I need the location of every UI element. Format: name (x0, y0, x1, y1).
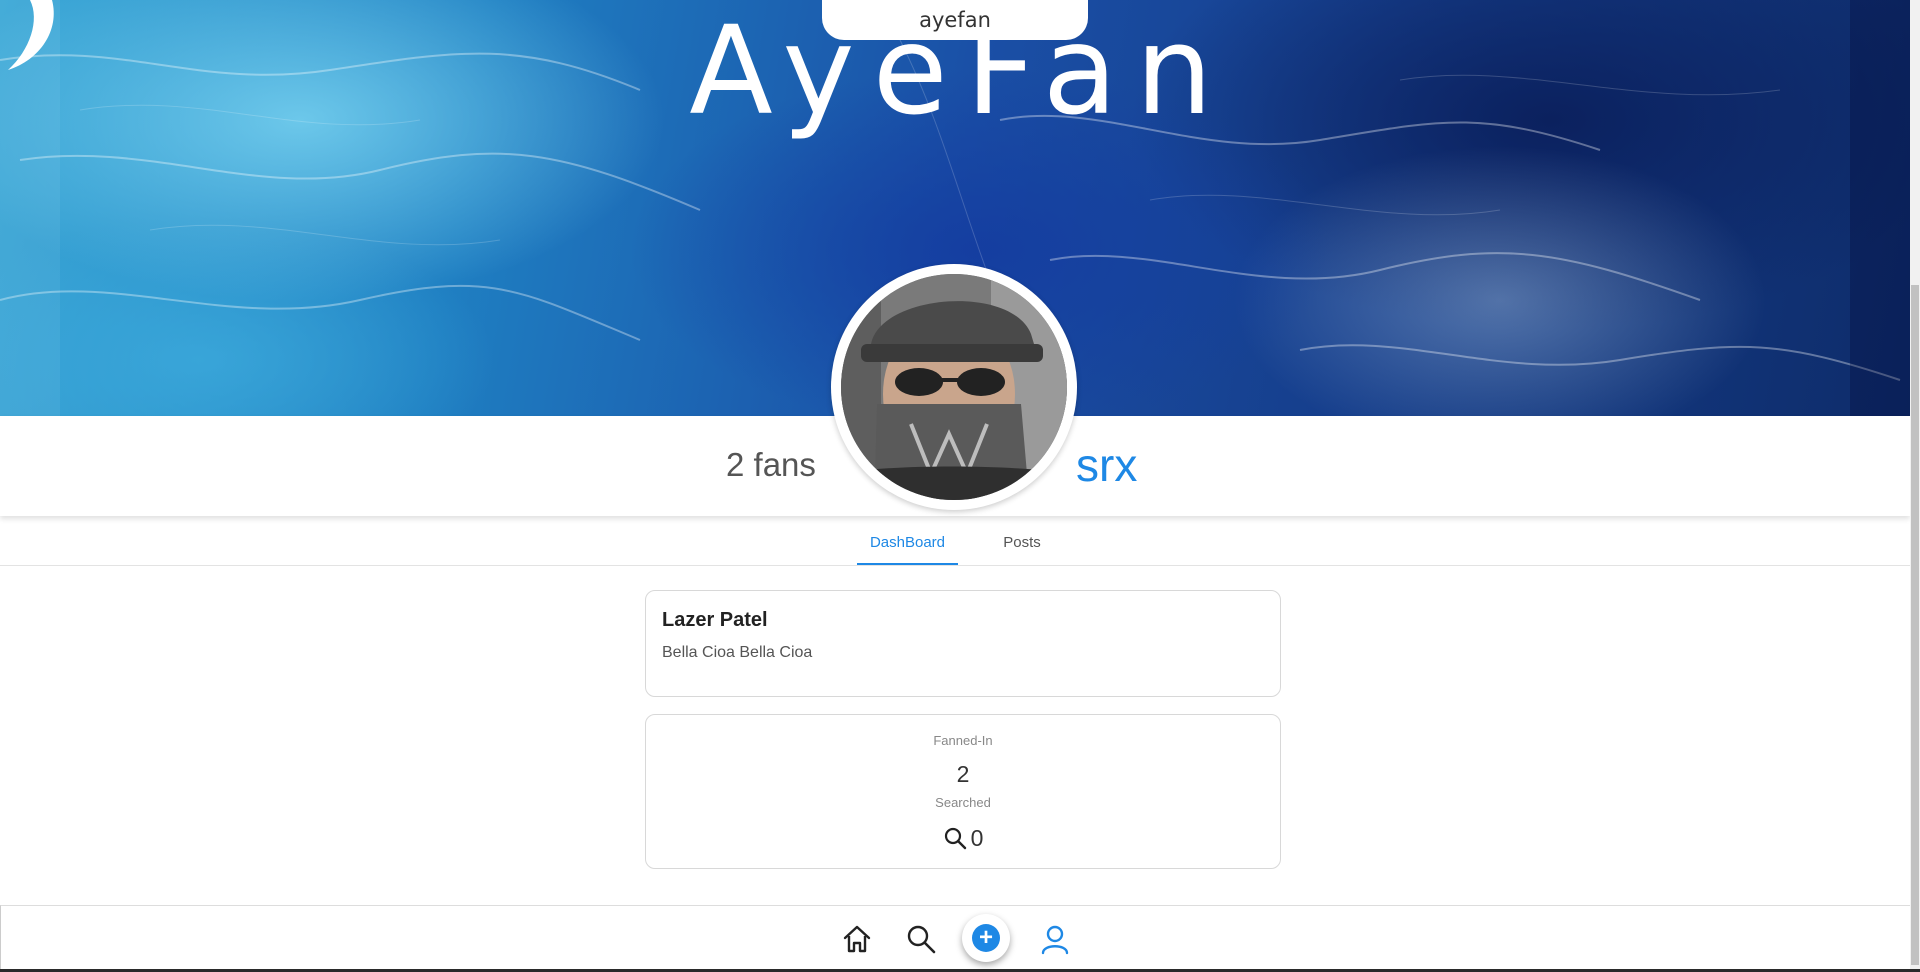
plus-icon: + (972, 924, 1000, 952)
fanned-in-label: Fanned-In (933, 733, 993, 748)
tab-posts[interactable]: Posts (980, 518, 1064, 563)
home-icon (843, 925, 871, 953)
brand-pill[interactable]: ayefan (822, 0, 1088, 40)
profile-tabs: DashBoard Posts (0, 518, 1910, 566)
fans-count: 2 fans (726, 446, 816, 483)
searched-value: 0 (970, 824, 984, 851)
searched-row: 0 (646, 823, 1280, 853)
user-icon (1041, 925, 1069, 955)
bottom-nav (0, 905, 1911, 972)
search-icon (907, 925, 936, 954)
bio-card: Lazer Patel Bella Cioa Bella Cioa (645, 590, 1281, 697)
searched-label: Searched (935, 795, 991, 810)
avatar-image (841, 274, 1067, 500)
banner-edge-right (1850, 0, 1910, 416)
scrollbar-thumb[interactable] (1911, 285, 1919, 965)
app-frame: AyeFan ayefan 2 fans srx DashBoard Posts… (0, 0, 1920, 972)
nav-home-button[interactable] (839, 921, 875, 957)
bio-name: Lazer Patel (662, 609, 768, 631)
avatar[interactable] (831, 264, 1077, 510)
masked-person-icon (841, 274, 1067, 500)
nav-profile-button[interactable] (1037, 921, 1073, 957)
logo-swoosh-icon (8, 0, 54, 70)
stats-card: Fanned-In 2 Searched 0 (645, 714, 1281, 869)
nav-search-button[interactable] (903, 921, 939, 957)
username: srx (1076, 439, 1138, 491)
bio-text: Bella Cioa Bella Cioa (662, 644, 813, 661)
fanned-in-value: 2 (956, 761, 970, 787)
search-icon (944, 827, 966, 850)
nav-add-button[interactable]: + (962, 914, 1010, 962)
tab-dashboard[interactable]: DashBoard (857, 518, 958, 565)
